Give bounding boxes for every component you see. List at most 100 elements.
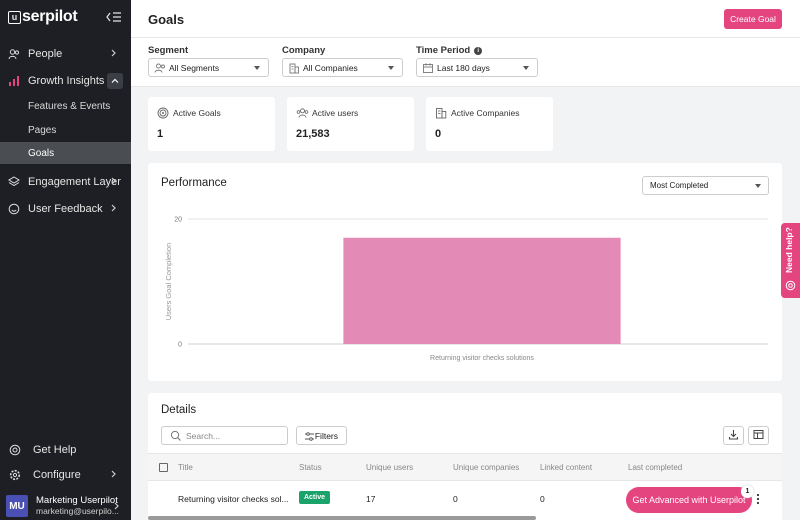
chevron-right-icon bbox=[109, 47, 119, 59]
company-value: All Companies bbox=[303, 62, 358, 73]
x-tick-label: Returning visitor checks solutions bbox=[430, 355, 534, 362]
user-name: Marketing Userpilot bbox=[36, 495, 118, 506]
layers-icon bbox=[6, 176, 22, 188]
page-header: Goals Create Goal bbox=[131, 0, 800, 38]
linked-content-value: 0 bbox=[540, 494, 545, 504]
time-period-value: Last 180 days bbox=[437, 62, 490, 73]
stat-label: Active users bbox=[312, 108, 359, 118]
stat-value: 21,583 bbox=[296, 128, 330, 140]
sidebar-item-label: People bbox=[28, 48, 63, 60]
unique-companies-value: 0 bbox=[453, 494, 458, 504]
sidebar-item-label: Features & Events bbox=[28, 100, 111, 112]
column-header-unique-users[interactable]: Unique users bbox=[366, 463, 413, 472]
user-email: marketing@userpilo... bbox=[36, 506, 119, 516]
sidebar-item-configure[interactable]: Configure bbox=[0, 463, 131, 487]
create-goal-button[interactable]: Create Goal bbox=[724, 9, 782, 29]
download-button[interactable] bbox=[723, 426, 744, 445]
column-header-status[interactable]: Status bbox=[299, 463, 322, 472]
caret-down-icon bbox=[388, 66, 394, 70]
sidebar-item-people[interactable]: People bbox=[0, 42, 131, 66]
time-period-label: Time Period i bbox=[416, 45, 483, 56]
goal-title[interactable]: Returning visitor checks sol... bbox=[178, 494, 289, 504]
performance-sort-select[interactable]: Most Completed bbox=[642, 176, 769, 195]
column-header-title[interactable]: Title bbox=[178, 463, 193, 472]
gear-icon bbox=[7, 469, 23, 481]
filters-button[interactable]: Filters bbox=[296, 426, 347, 445]
get-advanced-button[interactable]: Get Advanced with Userpilot bbox=[626, 487, 752, 513]
main-content: Goals Create Goal Segment All Segments C… bbox=[131, 0, 800, 520]
info-icon[interactable]: i bbox=[474, 46, 483, 55]
stat-value: 0 bbox=[435, 128, 442, 140]
column-header-unique-companies[interactable]: Unique companies bbox=[453, 463, 519, 472]
search-placeholder: Search... bbox=[186, 430, 221, 441]
segment-icon bbox=[154, 62, 166, 74]
userpilot-logo[interactable]: u serpilot bbox=[8, 8, 78, 26]
stat-card-active-users: Active users 21,583 bbox=[287, 97, 414, 151]
segment-label: Segment bbox=[148, 45, 189, 56]
segment-select[interactable]: All Segments bbox=[148, 58, 269, 77]
building-icon bbox=[435, 107, 447, 119]
page-title: Goals bbox=[148, 12, 185, 27]
column-header-linked-content[interactable]: Linked content bbox=[540, 463, 592, 472]
notification-badge: 1 bbox=[741, 485, 754, 498]
chevron-right-icon bbox=[109, 202, 119, 214]
sidebar-item-label: Goals bbox=[28, 147, 55, 159]
caret-down-icon bbox=[254, 66, 260, 70]
chevron-up-icon[interactable] bbox=[107, 73, 123, 89]
filters-label: Filters bbox=[314, 430, 338, 441]
select-all-checkbox[interactable] bbox=[159, 463, 168, 472]
need-help-label: Need help? bbox=[784, 227, 794, 273]
sidebar-item-label: Pages bbox=[28, 124, 57, 136]
help-lifebuoy-icon bbox=[7, 444, 23, 456]
collapse-sidebar-icon[interactable] bbox=[106, 10, 122, 24]
stat-card-active-companies: Active Companies 0 bbox=[426, 97, 553, 151]
building-icon bbox=[288, 62, 300, 74]
user-account[interactable]: MU Marketing Userpilot marketing@userpil… bbox=[0, 492, 131, 520]
search-icon bbox=[170, 430, 182, 444]
sidebar-item-engagement-layer[interactable]: Engagement Layer bbox=[0, 170, 131, 194]
caret-down-icon bbox=[755, 184, 761, 188]
columns-settings-button[interactable] bbox=[748, 426, 769, 445]
target-icon bbox=[157, 107, 169, 119]
download-icon bbox=[728, 429, 739, 443]
sidebar-subitem-features-events[interactable]: Features & Events bbox=[0, 95, 131, 117]
bar-chart-icon bbox=[6, 75, 22, 87]
chevron-right-icon bbox=[112, 500, 122, 512]
need-help-tab[interactable]: Need help? bbox=[781, 223, 800, 298]
y-tick-label: 0 bbox=[178, 342, 182, 349]
sidebar-item-get-help[interactable]: Get Help bbox=[0, 438, 131, 462]
table-columns-icon bbox=[753, 429, 764, 443]
sidebar-item-label: Engagement Layer bbox=[28, 176, 121, 188]
logo-text: serpilot bbox=[22, 8, 78, 25]
sidebar-subitem-pages[interactable]: Pages bbox=[0, 119, 131, 141]
status-badge: Active bbox=[299, 491, 330, 504]
chevron-right-icon bbox=[109, 175, 119, 187]
bar[interactable] bbox=[343, 237, 621, 344]
table-header: Title Status Unique users Unique compani… bbox=[148, 453, 782, 481]
sidebar-item-label: User Feedback bbox=[28, 203, 103, 215]
sidebar-item-label: Get Help bbox=[33, 444, 77, 456]
horizontal-scrollbar[interactable] bbox=[148, 516, 536, 520]
sidebar-subitem-goals[interactable]: Goals bbox=[0, 142, 131, 164]
search-input[interactable]: Search... bbox=[161, 426, 288, 445]
stat-value: 1 bbox=[157, 128, 164, 140]
row-actions-kebab-icon[interactable] bbox=[756, 493, 760, 505]
sidebar-item-user-feedback[interactable]: User Feedback bbox=[0, 197, 131, 221]
company-label: Company bbox=[282, 45, 326, 56]
smiley-icon bbox=[6, 203, 22, 215]
details-title: Details bbox=[161, 404, 197, 416]
users-icon bbox=[296, 107, 309, 119]
help-lifebuoy-icon bbox=[785, 280, 796, 291]
unique-users-value: 17 bbox=[366, 494, 376, 504]
performance-chart: 20 0 Users Goal Completion Returning vis… bbox=[164, 217, 768, 362]
segment-value: All Segments bbox=[169, 62, 220, 73]
sort-value: Most Completed bbox=[650, 181, 709, 190]
sidebar-item-growth-insights[interactable]: Growth Insights bbox=[0, 69, 131, 93]
people-icon bbox=[6, 48, 22, 60]
column-header-last-completed[interactable]: Last completed bbox=[628, 463, 682, 472]
time-period-select[interactable]: Last 180 days bbox=[416, 58, 538, 77]
filters-bar: Segment All Segments Company All Compani… bbox=[131, 38, 800, 87]
logo-mark: u bbox=[8, 10, 21, 24]
company-select[interactable]: All Companies bbox=[282, 58, 403, 77]
sidebar-item-label: Configure bbox=[33, 469, 81, 481]
